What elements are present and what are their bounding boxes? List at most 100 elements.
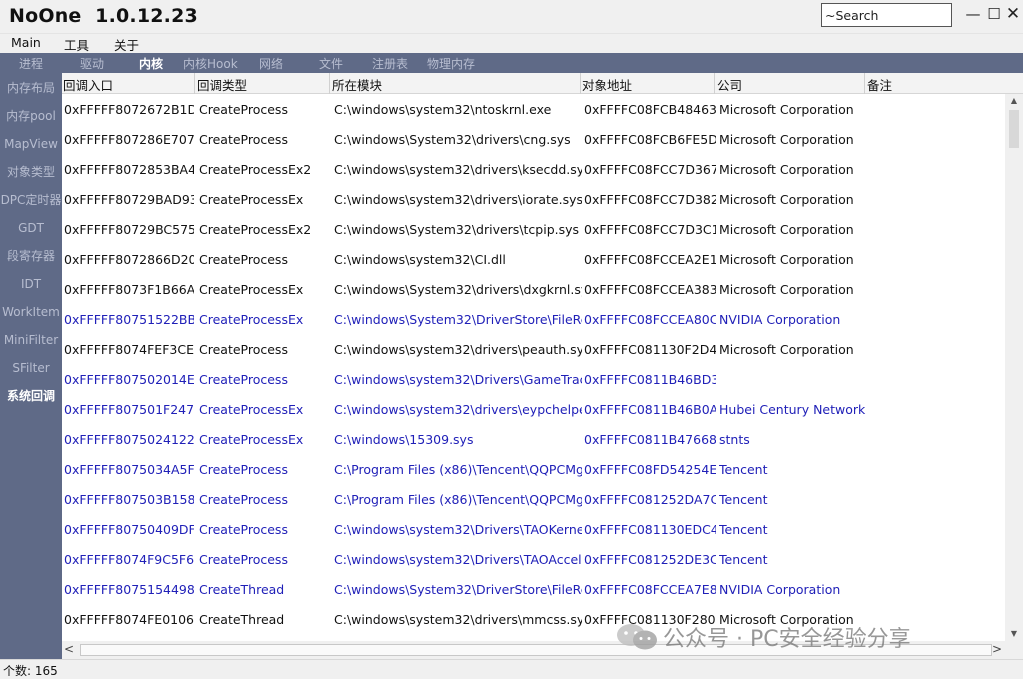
- tab-process[interactable]: 进程: [19, 55, 43, 72]
- cell-object: 0xFFFFC081130EDC40: [584, 522, 716, 537]
- tab-driver[interactable]: 驱动: [80, 55, 104, 72]
- horizontal-scrollbar[interactable]: < >: [62, 641, 1005, 659]
- table-row[interactable]: 0xFFFFF80729BC5750 CreateProcessEx2 C:\win…: [62, 215, 1005, 245]
- cell-module: C:\Program Files (x86)\Tencent\QQPCMgr\: [334, 462, 582, 477]
- scroll-left-icon[interactable]: <: [64, 642, 74, 656]
- table-row[interactable]: 0xFFFFF807502014E0 CreateProcess C:\window…: [62, 365, 1005, 395]
- cell-object: 0xFFFFC0811B46BD30: [584, 372, 716, 387]
- tab-registry[interactable]: 注册表: [372, 55, 408, 72]
- sidebar-item-mapview[interactable]: MapView: [0, 130, 62, 158]
- scroll-down-icon[interactable]: ▼: [1005, 627, 1023, 641]
- table-row[interactable]: 0xFFFFF8074FE01060 CreateThread C:\windows…: [62, 605, 1005, 635]
- menu-bar: Main 工具 关于: [0, 34, 1023, 53]
- search-input[interactable]: [821, 3, 952, 27]
- column-divider[interactable]: [194, 73, 195, 94]
- sidebar-item-sfilter[interactable]: SFilter: [0, 354, 62, 382]
- table-row[interactable]: 0xFFFFF80729BAD930 CreateProcessEx C:\wind…: [62, 185, 1005, 215]
- scroll-right-icon[interactable]: >: [992, 642, 1002, 656]
- column-divider[interactable]: [714, 73, 715, 94]
- column-divider[interactable]: [864, 73, 865, 94]
- cell-entry: 0xFFFFF8073F1B66A0: [64, 282, 194, 297]
- scrollbar-corner: [1005, 641, 1023, 659]
- cell-module: C:\windows\System32\drivers\cng.sys: [334, 132, 571, 147]
- item-count: 个数: 165: [3, 664, 58, 678]
- column-header-object[interactable]: 对象地址: [582, 75, 632, 94]
- tab-network[interactable]: 网络: [259, 55, 283, 72]
- sidebar-item-workitem[interactable]: WorkItem: [0, 298, 62, 326]
- callback-table: 回调入口 回调类型 所在模块 对象地址 公司 备注 0xFFFFF8072672…: [62, 73, 1023, 659]
- cell-company: Microsoft Corporation: [719, 132, 854, 147]
- table-row[interactable]: 0xFFFFF80751544980 CreateThread C:\windows…: [62, 575, 1005, 605]
- column-header-entry[interactable]: 回调入口: [63, 75, 113, 94]
- sidebar-item-system-callbacks[interactable]: 系统回调: [0, 382, 62, 410]
- sidebar: 内存布局 内存pool MapView 对象类型 DPC定时器 GDT 段寄存器…: [0, 73, 62, 659]
- sidebar-item-object-types[interactable]: 对象类型: [0, 158, 62, 186]
- column-header-company[interactable]: 公司: [717, 75, 742, 94]
- cell-company: Tencent: [719, 462, 768, 477]
- menu-about[interactable]: 关于: [114, 35, 139, 54]
- column-divider[interactable]: [329, 73, 330, 94]
- cell-module: C:\windows\system32\drivers\peauth.sys: [334, 342, 582, 357]
- cell-type: CreateProcessEx: [199, 282, 304, 297]
- cell-type: CreateThread: [199, 582, 285, 597]
- sidebar-item-memory-pool[interactable]: 内存pool: [0, 102, 62, 130]
- table-row[interactable]: 0xFFFFF8074F9C5F68 CreateProcess C:\window…: [62, 545, 1005, 575]
- sidebar-item-memory-layout[interactable]: 内存布局: [0, 74, 62, 102]
- table-row[interactable]: 0xFFFFF807503B158C CreateProcess C:\Progra…: [62, 485, 1005, 515]
- cell-entry: 0xFFFFF80729BC5750: [64, 222, 194, 237]
- sidebar-item-gdt[interactable]: GDT: [0, 214, 62, 242]
- table-row[interactable]: 0xFFFFF807501F2470 CreateProcessEx C:\wind…: [62, 395, 1005, 425]
- table-row[interactable]: 0xFFFFF80750409DF0 CreateProcess C:\window…: [62, 515, 1005, 545]
- sidebar-item-minifilter[interactable]: MiniFilter: [0, 326, 62, 354]
- column-header-note[interactable]: 备注: [867, 75, 892, 94]
- sidebar-item-idt[interactable]: IDT: [0, 270, 62, 298]
- cell-type: CreateProcess: [199, 102, 288, 117]
- table-row[interactable]: 0xFFFFF80751522BB0 CreateProcessEx C:\wind…: [62, 305, 1005, 335]
- tab-file[interactable]: 文件: [319, 55, 343, 72]
- cell-object: 0xFFFFC0811B46B0A0: [584, 402, 716, 417]
- menu-tools[interactable]: 工具: [64, 35, 89, 54]
- cell-entry: 0xFFFFF8075034A5F4: [64, 462, 194, 477]
- cell-module: C:\windows\system32\CI.dll: [334, 252, 506, 267]
- cell-module: C:\windows\system32\drivers\eypchelper.s…: [334, 402, 582, 417]
- cell-module: C:\windows\15309.sys: [334, 432, 474, 447]
- cell-module: C:\Program Files (x86)\Tencent\QQPCMgr\: [334, 492, 582, 507]
- cell-company: Tencent: [719, 492, 768, 507]
- table-row[interactable]: 0xFFFFF8072866D200 CreateProcess C:\window…: [62, 245, 1005, 275]
- cell-module: C:\windows\system32\drivers\ksecdd.sys: [334, 162, 582, 177]
- cell-company: Microsoft Corporation: [719, 252, 854, 267]
- column-header-module[interactable]: 所在模块: [332, 75, 382, 94]
- cell-type: CreateProcess: [199, 252, 288, 267]
- tab-kernel-hook[interactable]: 内核Hook: [183, 55, 238, 72]
- cell-module: C:\windows\system32\ntoskrnl.exe: [334, 102, 552, 117]
- minimize-icon[interactable]: —: [962, 3, 984, 25]
- tab-physical-memory[interactable]: 物理内存: [427, 55, 475, 72]
- cell-type: CreateProcessEx: [199, 432, 304, 447]
- tab-kernel[interactable]: 内核: [139, 55, 163, 72]
- cell-object: 0xFFFFC0811B476680: [584, 432, 716, 447]
- horizontal-scroll-thumb[interactable]: [80, 644, 992, 656]
- table-row[interactable]: 0xFFFFF8074FEF3CE0 CreateProcess C:\window…: [62, 335, 1005, 365]
- vertical-scroll-thumb[interactable]: [1009, 110, 1019, 148]
- table-row[interactable]: 0xFFFFF8073F1B66A0 CreateProcessEx C:\wind…: [62, 275, 1005, 305]
- cell-company: NVIDIA Corporation: [719, 582, 841, 597]
- sidebar-item-dpc-timer[interactable]: DPC定时器: [0, 186, 62, 214]
- close-icon[interactable]: ✕: [1002, 3, 1023, 25]
- scroll-up-icon[interactable]: ▲: [1005, 94, 1023, 108]
- cell-object: 0xFFFFC081252DE3C0: [584, 552, 716, 567]
- column-divider[interactable]: [580, 73, 581, 94]
- table-row[interactable]: 0xFFFFF807286E7070 CreateProcess C:\window…: [62, 125, 1005, 155]
- sidebar-item-segment-registers[interactable]: 段寄存器: [0, 242, 62, 270]
- cell-module: C:\windows\System32\drivers\dxgkrnl.sys: [334, 282, 582, 297]
- cell-type: CreateProcess: [199, 492, 288, 507]
- vertical-scrollbar[interactable]: ▲ ▼: [1005, 94, 1023, 641]
- table-row[interactable]: 0xFFFFF8072672B1D0 CreateProcess C:\window…: [62, 95, 1005, 125]
- table-row[interactable]: 0xFFFFF8075034A5F4 CreateProcess C:\Progra…: [62, 455, 1005, 485]
- cell-object: 0xFFFFC08FCCEA2E10: [584, 252, 716, 267]
- app-title: NoOne 1.0.12.23: [9, 5, 198, 27]
- cell-type: CreateProcess: [199, 522, 288, 537]
- menu-main[interactable]: Main: [11, 35, 41, 50]
- column-header-type[interactable]: 回调类型: [197, 75, 247, 94]
- table-row[interactable]: 0xFFFFF80750241220 CreateProcessEx C:\wind…: [62, 425, 1005, 455]
- table-row[interactable]: 0xFFFFF8072853BA40 CreateProcessEx2 C:\win…: [62, 155, 1005, 185]
